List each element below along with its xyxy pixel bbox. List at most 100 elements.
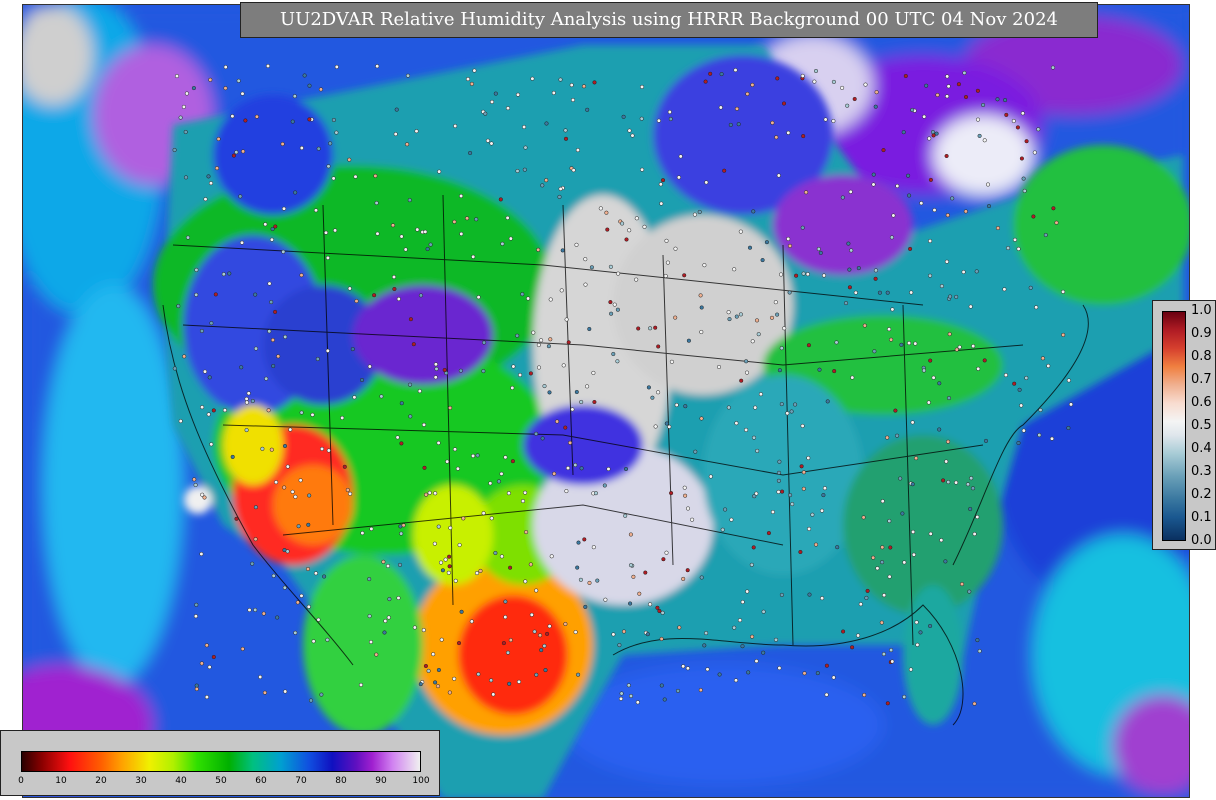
rh-tick-label: 20 (95, 776, 107, 786)
station-dot (616, 271, 621, 276)
station-dot (269, 447, 274, 452)
station-dot (194, 602, 199, 607)
station-dot (508, 638, 513, 643)
station-dot (750, 634, 755, 639)
station-dot (203, 197, 208, 202)
station-dot (552, 471, 557, 476)
station-dot (778, 272, 784, 277)
station-dot (474, 217, 479, 222)
station-dot (403, 247, 408, 252)
humidity-map[interactable] (23, 5, 1190, 798)
station-dot (753, 405, 758, 410)
station-dot (353, 174, 358, 179)
station-dot (746, 670, 751, 675)
station-dot (520, 292, 525, 297)
station-dot (872, 349, 877, 354)
station-dot (299, 145, 304, 151)
station-dot (909, 290, 914, 295)
station-dot (752, 494, 757, 499)
station-dot (307, 493, 312, 498)
station-dot (333, 228, 338, 233)
station-dot (944, 259, 949, 264)
station-dot (367, 577, 372, 582)
station-dot (1037, 433, 1042, 438)
station-dot (750, 82, 755, 87)
station-dot (681, 576, 686, 581)
station-dot (174, 74, 180, 79)
station-dot (658, 182, 663, 187)
error-tick-label: 0.3 (1191, 464, 1212, 479)
station-dot (209, 442, 214, 447)
station-dot (302, 73, 307, 78)
station-dot (880, 560, 885, 565)
station-dot (211, 654, 216, 660)
station-dot (908, 667, 913, 672)
station-dot (207, 665, 212, 670)
station-dot (720, 527, 725, 532)
station-dot (766, 531, 771, 536)
station-dot (423, 229, 428, 234)
station-dot (204, 643, 209, 648)
station-dot (435, 684, 441, 689)
station-dot (698, 688, 703, 693)
station-dot (939, 538, 944, 543)
station-dot (598, 206, 603, 211)
station-dot (781, 101, 787, 106)
station-dot (530, 76, 535, 81)
station-dot (184, 91, 189, 96)
station-dot (172, 366, 177, 371)
station-dot (529, 612, 534, 617)
station-dot (548, 297, 553, 302)
station-dot (889, 235, 894, 240)
station-dot (243, 118, 248, 123)
station-dot (946, 84, 951, 89)
station-dot (760, 258, 765, 263)
station-dot (569, 83, 574, 88)
station-dot (396, 296, 401, 302)
station-dot (885, 701, 890, 706)
map-frame[interactable] (22, 4, 1190, 798)
station-dot (716, 364, 722, 370)
station-dot (234, 516, 239, 521)
station-dot (981, 102, 986, 108)
station-dot (667, 424, 672, 429)
station-dot (461, 516, 466, 521)
station-dot (499, 471, 504, 476)
station-dot (801, 470, 806, 475)
station-dot (250, 561, 255, 566)
station-dot (845, 103, 850, 108)
station-dot (810, 512, 815, 517)
station-dot (628, 601, 633, 606)
station-dot (776, 489, 781, 494)
station-dot (253, 292, 258, 297)
station-dot (900, 511, 905, 516)
station-dot (405, 73, 411, 78)
station-dot (540, 436, 545, 441)
station-dot (448, 405, 453, 410)
station-dot (770, 120, 775, 125)
station-dot (283, 689, 288, 694)
station-dot (579, 399, 584, 405)
station-dot (308, 698, 314, 703)
station-dot (874, 90, 879, 95)
station-dot (536, 365, 542, 370)
station-dot (522, 124, 527, 130)
station-dot (623, 466, 629, 472)
station-dot (793, 402, 798, 407)
station-dot (426, 668, 431, 673)
station-dot (699, 329, 704, 335)
station-dot (265, 63, 271, 69)
station-dot (626, 683, 631, 688)
station-dot (592, 399, 597, 405)
station-dot (459, 193, 464, 199)
station-dot (456, 641, 462, 646)
station-dot (639, 116, 644, 121)
station-dot (774, 135, 779, 140)
station-dot (718, 105, 723, 110)
station-dot (178, 419, 183, 424)
station-dot (683, 404, 688, 409)
station-dot (780, 489, 785, 494)
station-dot (794, 273, 799, 278)
station-dot (1017, 387, 1022, 392)
station-dot (374, 200, 379, 206)
